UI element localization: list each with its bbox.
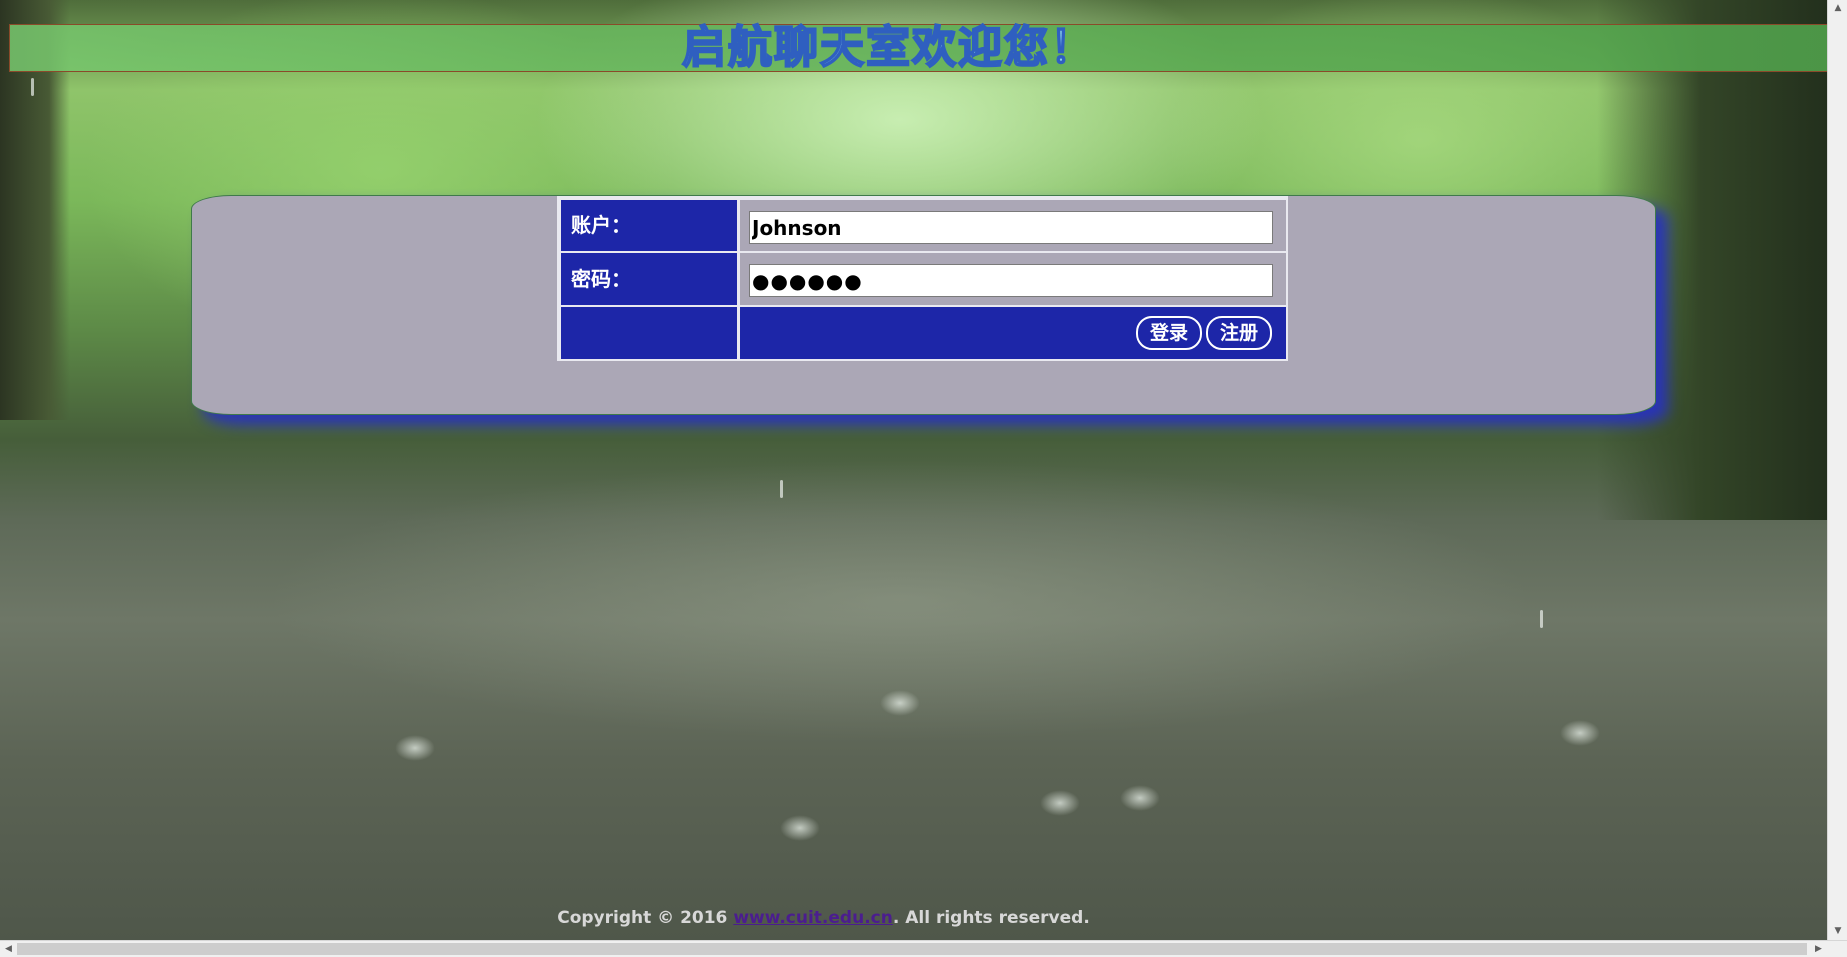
copyright-footer: Copyright © 2016 www.cuit.edu.cn. All ri… [0, 908, 1747, 928]
rain-splash [1560, 720, 1600, 746]
rain-splash [880, 690, 920, 716]
horizontal-scroll-thumb[interactable] [17, 943, 1807, 955]
register-button[interactable]: 注册 [1206, 316, 1272, 350]
copyright-prefix: Copyright © 2016 [557, 908, 734, 928]
password-label: 密码： [561, 253, 737, 305]
arrow-left-icon[interactable]: ◀ [0, 941, 17, 957]
cuit-website-link[interactable]: www.cuit.edu.cn [733, 908, 893, 928]
raindrop [31, 78, 34, 96]
account-label: 账户： [561, 200, 737, 251]
page-title: 启航聊天室欢迎您！ [681, 22, 1096, 73]
account-input[interactable] [749, 211, 1273, 244]
vertical-scrollbar[interactable]: ▲ ▼ [1827, 0, 1847, 940]
rain-splash [395, 735, 435, 761]
raindrop [1540, 610, 1543, 628]
arrow-down-icon[interactable]: ▼ [1828, 923, 1847, 940]
copyright-suffix: . All rights reserved. [892, 908, 1090, 928]
login-form-table: 账户： 密码： 登录 注册 [557, 196, 1288, 361]
password-value-cell [740, 253, 1286, 305]
login-button[interactable]: 登录 [1136, 316, 1202, 350]
rain-background-image [0, 0, 1827, 940]
rain-splash [1120, 785, 1160, 811]
rain-splash [1040, 790, 1080, 816]
welcome-banner: 启航聊天室欢迎您！ [9, 24, 1829, 72]
arrow-up-icon[interactable]: ▲ [1828, 0, 1847, 17]
button-row-label-cell [561, 307, 737, 359]
horizontal-scrollbar[interactable]: ◀ ▶ [0, 940, 1847, 957]
arrow-right-icon[interactable]: ▶ [1810, 941, 1827, 957]
account-value-cell [740, 200, 1286, 251]
rain-splash [780, 815, 820, 841]
button-row-cell: 登录 注册 [740, 307, 1286, 359]
raindrop [780, 480, 783, 498]
password-input[interactable] [749, 264, 1273, 297]
